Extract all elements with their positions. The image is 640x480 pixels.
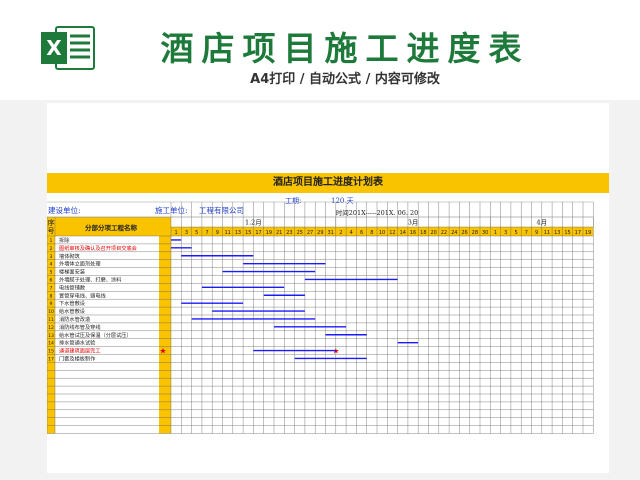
day-number: 22: [441, 230, 447, 236]
task-number: 1: [50, 238, 53, 244]
task-name: 电线管铺敷: [59, 283, 86, 291]
day-number: 6: [360, 230, 363, 236]
task-number: 14: [48, 341, 54, 347]
day-number: 17: [575, 230, 581, 236]
gantt-grid[interactable]: 序号 分部分项工程名称 时间201X-----201X. 06. 20 1.2月 3月 4…: [47, 103, 609, 473]
task-number: 17: [48, 357, 54, 363]
excel-logo-icon: X: [41, 26, 95, 70]
day-number: 5: [195, 230, 198, 236]
sheet-canvas: 酒店项目施工进度计划表 工期: 120 天 建设单位: 施工单位: 工程有限公司…: [0, 100, 640, 480]
day-number: 30: [482, 230, 488, 236]
task-number: 6: [50, 278, 53, 284]
header-seq: 序: [48, 218, 55, 227]
time-range: 时间201X-----201X. 06. 20: [336, 208, 419, 217]
task-number: 2: [50, 246, 53, 252]
day-number: 15: [245, 230, 251, 236]
day-number: 4: [350, 230, 353, 236]
task-number: 8: [50, 293, 53, 299]
day-number: 14: [400, 230, 406, 236]
task-name: 拆除: [59, 236, 70, 244]
day-number: 1: [494, 230, 497, 236]
task-number: 4: [50, 262, 53, 268]
task-name: 通道建筑面层完工: [59, 347, 101, 355]
day-number: 20: [430, 230, 436, 236]
day-number: 3: [504, 230, 507, 236]
page-title: 酒店项目施工进度表: [160, 29, 530, 68]
task-name: 下水管敷设: [59, 299, 85, 307]
task-number: 3: [50, 254, 53, 260]
day-number: 26: [461, 230, 467, 236]
day-number: 12: [389, 230, 395, 236]
day-number: 21: [276, 230, 282, 236]
day-number: 27: [307, 230, 313, 236]
task-name: 排水管通水试验: [59, 339, 96, 347]
day-number: 16: [410, 230, 416, 236]
day-number: 31: [327, 230, 333, 236]
day-number: 11: [224, 230, 230, 236]
header-seq: 号: [48, 227, 55, 235]
day-number: 7: [205, 230, 208, 236]
day-number: 24: [451, 230, 457, 236]
task-number: 5: [50, 270, 53, 276]
task-name: 楼梯面安装: [59, 268, 85, 276]
page-subtitle: A4打印 / 自动公式 / 内容可修改: [250, 72, 440, 87]
month-label: 4月: [536, 219, 547, 227]
day-number: 25: [297, 230, 303, 236]
logo-letter: X: [46, 36, 62, 60]
task-name: 消防线布管及穿线: [59, 323, 101, 331]
task-name: 消防水管改造: [59, 315, 91, 323]
month-label: 3月: [408, 219, 419, 227]
task-number: 12: [48, 325, 54, 331]
day-number: 18: [420, 230, 426, 236]
day-number: 5: [514, 230, 517, 236]
task-name: 门套及楼板制作: [59, 355, 95, 363]
day-number: 8: [370, 230, 373, 236]
day-number: 11: [544, 230, 550, 236]
spreadsheet[interactable]: 酒店项目施工进度计划表 工期: 120 天 建设单位: 施工单位: 工程有限公司…: [47, 103, 609, 473]
day-number: 29: [317, 230, 323, 236]
task-name: 外墙体立面剂处理: [59, 260, 101, 268]
day-number: 19: [266, 230, 272, 236]
day-number: 13: [554, 230, 560, 236]
day-number: 10: [379, 230, 385, 236]
day-number: 2: [339, 230, 342, 236]
day-number: 9: [216, 230, 219, 236]
day-number: 28: [472, 230, 478, 236]
day-number: 7: [525, 230, 528, 236]
day-number: 17: [255, 230, 261, 236]
task-name: 外墙腻子处理、打磨、涂料: [59, 276, 121, 284]
day-number: 19: [585, 230, 591, 236]
task-name: 置管穿电线、弱电线: [59, 291, 106, 299]
month-label: 1.2月: [245, 219, 262, 227]
task-number: 9: [50, 301, 53, 307]
day-number: 23: [286, 230, 292, 236]
task-name: 给水管试压及保温（分层试压）: [59, 331, 132, 339]
day-number: 15: [564, 230, 570, 236]
header-task-name: 分部分项工程名称: [85, 223, 138, 232]
day-number: 3: [185, 230, 188, 236]
task-number: 7: [50, 285, 53, 291]
task-number: 15: [48, 349, 54, 355]
task-number: 11: [48, 317, 54, 323]
task-name: 墙体砌筑: [59, 252, 81, 260]
task-number: 13: [48, 333, 54, 339]
marker-column: [159, 236, 171, 434]
day-number: 9: [535, 230, 538, 236]
banner: X 酒店项目施工进度表 A4打印 / 自动公式 / 内容可修改: [0, 0, 640, 100]
day-number: 1: [175, 230, 178, 236]
task-number: 10: [48, 309, 54, 315]
day-number: 13: [235, 230, 241, 236]
task-name: 图纸审核及确认及召开项目交底会: [59, 244, 137, 252]
task-name: 给水管敷设: [59, 307, 85, 315]
milestone-star: ★: [159, 347, 166, 356]
